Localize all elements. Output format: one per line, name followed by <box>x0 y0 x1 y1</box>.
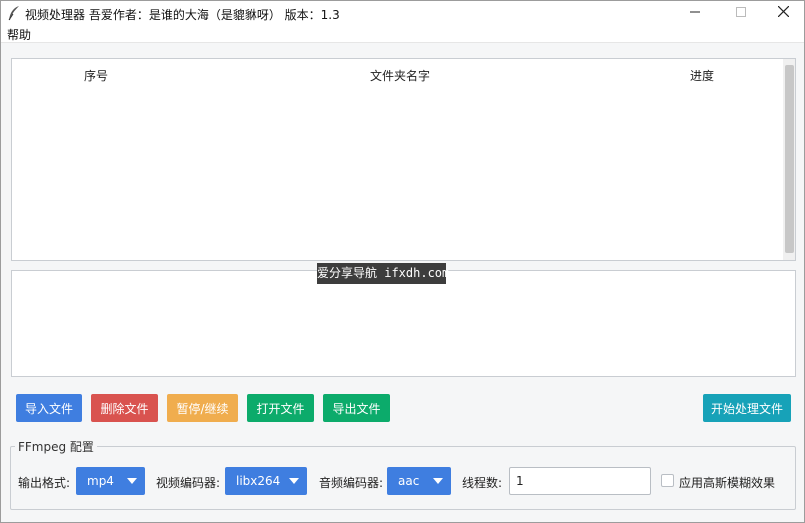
gaussian-blur-checkbox[interactable] <box>661 474 674 487</box>
menu-help[interactable]: 帮助 <box>7 26 31 43</box>
table-scrollbar-thumb[interactable] <box>785 65 794 253</box>
log-output[interactable] <box>11 270 796 377</box>
close-icon <box>777 5 789 20</box>
import-file-button[interactable]: 导入文件 <box>16 394 82 422</box>
column-header-progress[interactable]: 进度 <box>690 67 714 84</box>
dropdown-arrow-icon <box>289 478 299 484</box>
delete-file-button[interactable]: 删除文件 <box>91 394 158 422</box>
maximize-button[interactable] <box>719 1 763 25</box>
dropdown-arrow-icon <box>127 478 137 484</box>
menu-bar: 帮助 <box>1 25 804 43</box>
threads-input[interactable] <box>509 467 651 495</box>
output-format-label: 输出格式: <box>18 476 71 490</box>
feather-icon <box>7 5 21 21</box>
pause-resume-button[interactable]: 暂停/继续 <box>167 394 238 422</box>
maximize-icon <box>736 6 746 20</box>
gaussian-blur-label[interactable]: 应用高斯模糊效果 <box>679 474 775 491</box>
audio-codec-label: 音频编码器: <box>319 476 384 490</box>
column-header-index[interactable]: 序号 <box>84 67 108 84</box>
title-bar[interactable]: 视频处理器 吾爱作者：是谁的大海（是貔貅呀） 版本：1.3 <box>1 1 804 25</box>
video-codec-value: libx264 <box>236 474 281 488</box>
minimize-button[interactable] <box>673 1 717 25</box>
start-processing-button[interactable]: 开始处理文件 <box>703 394 791 422</box>
threads-label: 线程数: <box>462 476 503 490</box>
app-window: 视频处理器 吾爱作者：是谁的大海（是貔貅呀） 版本：1.3 帮助 序号 文件夹名… <box>0 0 805 523</box>
video-codec-select[interactable]: libx264 <box>225 467 307 495</box>
open-file-button[interactable]: 打开文件 <box>247 394 314 422</box>
export-file-button[interactable]: 导出文件 <box>323 394 390 422</box>
minimize-icon <box>690 6 700 20</box>
table-scrollbar[interactable] <box>783 59 795 260</box>
dropdown-arrow-icon <box>433 478 443 484</box>
video-codec-label: 视频编码器: <box>156 476 221 490</box>
audio-codec-value: aac <box>398 474 420 488</box>
close-button[interactable] <box>761 1 805 25</box>
output-format-value: mp4 <box>87 474 114 488</box>
window-title: 视频处理器 吾爱作者：是谁的大海（是貔貅呀） 版本：1.3 <box>25 8 340 22</box>
watermark: 爱分享导航 ifxdh.com <box>317 263 449 284</box>
column-header-folder-name[interactable]: 文件夹名字 <box>370 67 430 84</box>
ffmpeg-config-title: FFmpeg 配置 <box>15 438 97 455</box>
file-table[interactable]: 序号 文件夹名字 进度 <box>11 58 796 261</box>
audio-codec-select[interactable]: aac <box>387 467 451 495</box>
output-format-select[interactable]: mp4 <box>76 467 145 495</box>
